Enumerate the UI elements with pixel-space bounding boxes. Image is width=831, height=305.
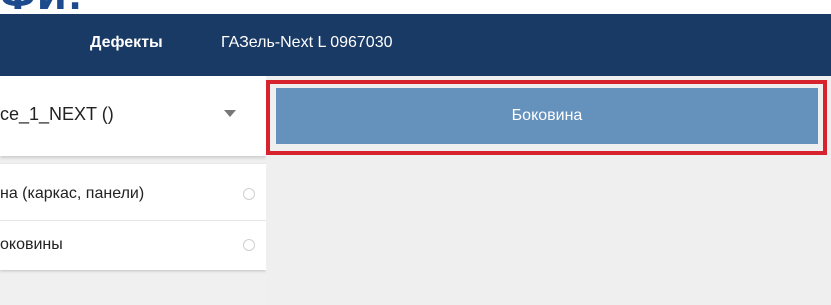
app-bar: Дефекты ГАЗель-Next L 0967030 <box>0 14 831 76</box>
radio-unchecked-icon[interactable] <box>243 239 255 251</box>
top-banner-text: ФИ: <box>0 0 200 18</box>
list-item[interactable]: на (каркас, панели) <box>0 170 266 221</box>
model-select-value: ce_1_NEXT () <box>0 104 114 124</box>
dropdown-arrow-icon[interactable] <box>224 110 236 117</box>
list-item-label: на (каркас, панели) <box>0 185 145 202</box>
list-item-label: оковины <box>0 236 63 253</box>
left-panel: ce_1_NEXT () на (каркас, панели) оковины <box>0 76 266 305</box>
list-item[interactable]: оковины <box>0 221 266 271</box>
vehicle-name: ГАЗель-Next L 0967030 <box>221 34 393 51</box>
radio-unchecked-icon[interactable] <box>243 188 255 200</box>
model-select[interactable]: ce_1_NEXT () <box>0 76 266 156</box>
app-bar-title: Дефекты <box>90 34 163 51</box>
selection-highlight <box>266 80 827 155</box>
defect-category-list: на (каркас, панели) оковины <box>0 164 266 270</box>
